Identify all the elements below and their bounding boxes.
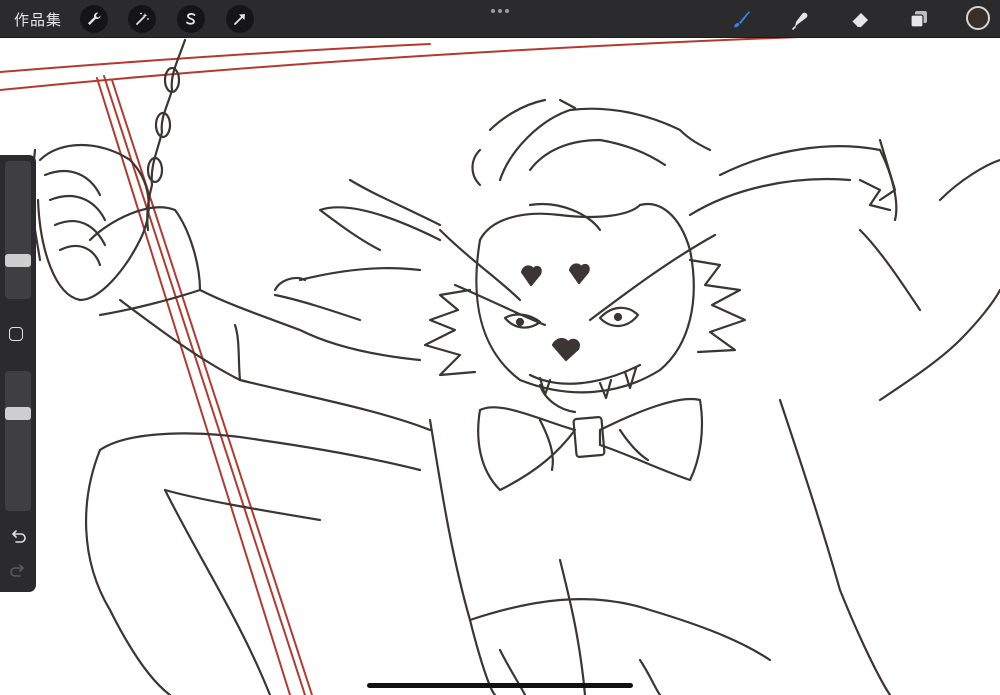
layers-icon[interactable] <box>906 6 932 32</box>
red-guide-lines <box>0 29 1000 695</box>
smudge-icon[interactable] <box>787 6 813 32</box>
opacity-slider[interactable] <box>5 371 31 511</box>
top-toolbar: 作品集 <box>0 0 1000 38</box>
arrow-cursor-icon[interactable] <box>226 5 254 33</box>
eraser-icon[interactable] <box>847 6 873 32</box>
drawing-canvas[interactable] <box>0 0 1000 695</box>
home-indicator[interactable] <box>367 683 633 688</box>
more-options-icon[interactable] <box>490 8 510 14</box>
brush-size-slider-thumb[interactable] <box>5 253 31 267</box>
modify-button[interactable] <box>9 327 23 341</box>
redo-icon[interactable] <box>8 561 28 581</box>
brush-size-slider[interactable] <box>5 161 31 299</box>
wrench-icon[interactable] <box>80 5 108 33</box>
color-picker-swatch[interactable] <box>966 6 990 30</box>
undo-icon[interactable] <box>8 527 28 547</box>
left-sidebar <box>0 155 36 592</box>
opacity-slider-thumb[interactable] <box>5 406 31 420</box>
character-sketch <box>28 38 1000 695</box>
brush-icon[interactable] <box>728 6 754 32</box>
gallery-button[interactable]: 作品集 <box>14 9 62 30</box>
selection-s-icon[interactable] <box>177 5 205 33</box>
magic-wand-icon[interactable] <box>128 5 156 33</box>
